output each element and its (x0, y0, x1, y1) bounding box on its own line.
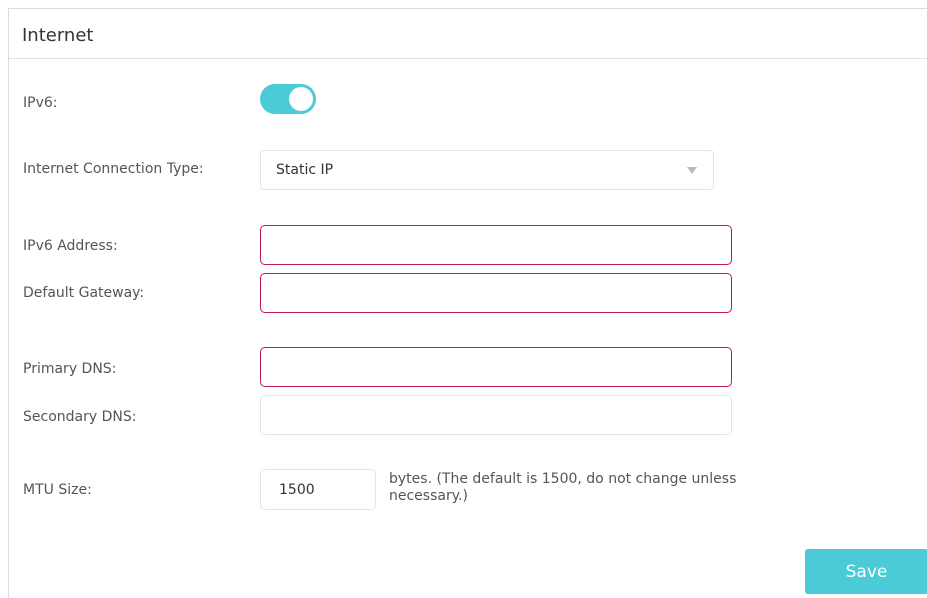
mtu-size-label: MTU Size: (23, 482, 92, 498)
primary-dns-input[interactable] (260, 347, 732, 387)
toggle-knob (289, 87, 313, 111)
default-gateway-label: Default Gateway: (23, 285, 145, 301)
ipv6-address-label: IPv6 Address: (23, 238, 118, 254)
connection-type-select[interactable]: Static IP (260, 150, 714, 190)
secondary-dns-input[interactable] (260, 395, 732, 435)
primary-dns-label: Primary DNS: (23, 361, 117, 377)
mtu-size-input[interactable] (260, 469, 376, 510)
default-gateway-input[interactable] (260, 273, 732, 313)
connection-type-label: Internet Connection Type: (23, 161, 204, 177)
secondary-dns-label: Secondary DNS: (23, 409, 137, 425)
internet-panel: Internet IPv6: Internet Connection Type:… (8, 8, 927, 598)
panel-title: Internet (22, 25, 94, 46)
title-divider (9, 58, 927, 59)
ipv6-label: IPv6: (23, 95, 58, 111)
connection-type-value: Static IP (276, 162, 334, 178)
ipv6-address-input[interactable] (260, 225, 732, 265)
mtu-hint: bytes. (The default is 1500, do not chan… (389, 471, 737, 504)
ipv6-toggle[interactable] (260, 84, 316, 114)
chevron-down-icon (687, 167, 697, 174)
save-button[interactable]: Save (805, 549, 927, 594)
